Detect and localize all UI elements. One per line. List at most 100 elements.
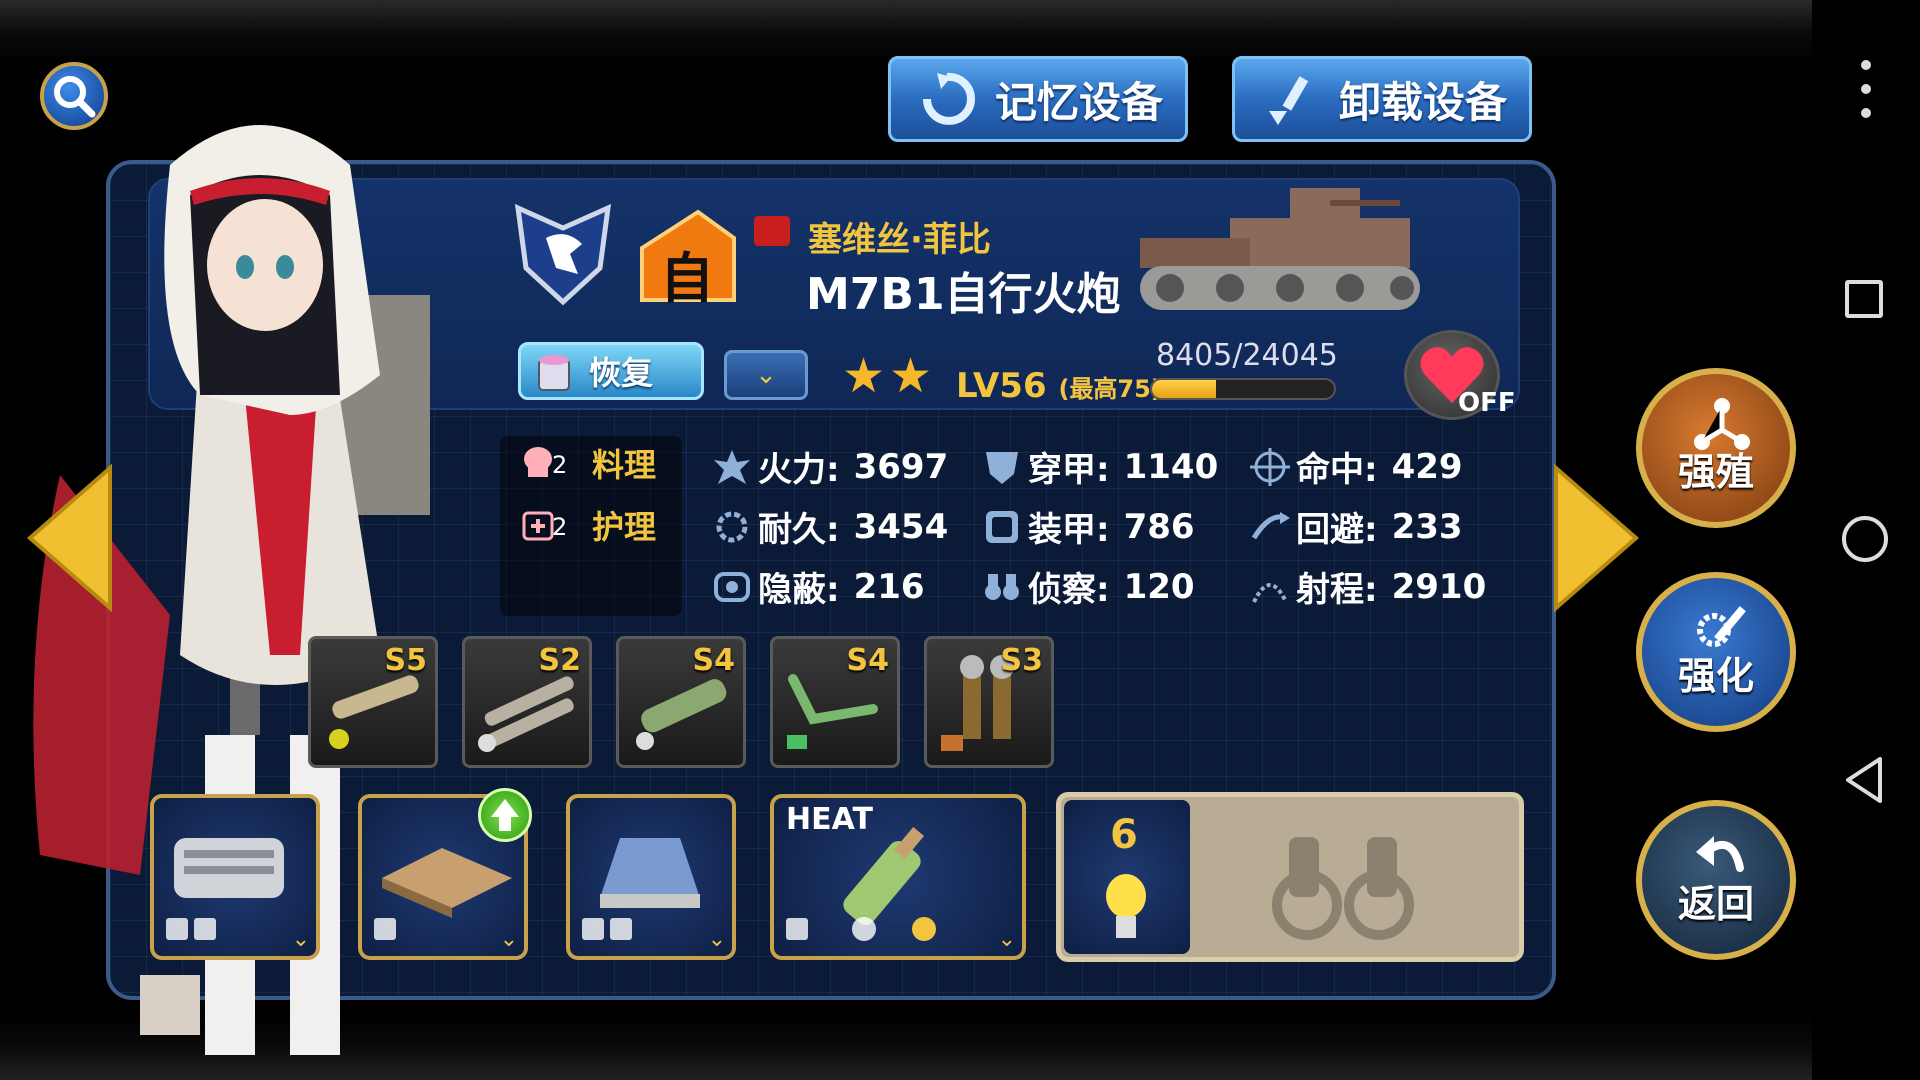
- paint-bucket-icon: [538, 355, 570, 391]
- stat-value: 120: [1123, 566, 1195, 607]
- stat-value: 786: [1123, 506, 1195, 547]
- scout-count: 6: [1110, 812, 1138, 858]
- stat-value: 3454: [853, 506, 949, 547]
- wrench-unload-icon: [1269, 76, 1309, 125]
- stat-armor: 装甲: 786: [982, 502, 1195, 551]
- weapon-slot-1[interactable]: S5: [308, 636, 438, 768]
- overflow-menu-icon[interactable]: [1856, 60, 1876, 120]
- stat-label: 命中:: [1296, 450, 1378, 490]
- restore-label: 恢复: [589, 354, 654, 392]
- breed-label: 强殖: [1677, 450, 1754, 494]
- system-back-button[interactable]: [1842, 755, 1886, 805]
- chevron-down-icon: ⌄: [291, 927, 310, 952]
- armor-plate-icon: [986, 510, 1018, 543]
- level-max: (最高75): [1058, 375, 1162, 403]
- stat-value: 216: [853, 566, 925, 607]
- unload-device-label: 卸载设备: [1339, 77, 1508, 127]
- upgrade-available-icon: [478, 788, 532, 842]
- star-rating: ★★: [842, 348, 937, 404]
- chevron-down-icon: ⌄: [997, 927, 1016, 952]
- rank-icon: [754, 216, 790, 246]
- home-button[interactable]: [1842, 516, 1888, 562]
- skill-label: 护理: [592, 508, 657, 546]
- skill-cooking[interactable]: 2 料理: [520, 440, 656, 486]
- slot-grade: S4: [846, 643, 889, 678]
- skill-count: 2: [552, 513, 568, 541]
- slot-grade: S5: [384, 643, 427, 678]
- unload-device-button[interactable]: 卸载设备: [1232, 56, 1532, 142]
- unit-name: 塞维丝·菲比: [808, 220, 991, 260]
- stat-range: 射程: 2910: [1250, 562, 1486, 611]
- arrow-up-icon: [491, 799, 519, 831]
- binoculars-icon: [985, 573, 1019, 600]
- tank-icon: [1140, 188, 1420, 310]
- next-unit-arrow[interactable]: [1546, 458, 1646, 618]
- chevron-down-icon: ⌄: [755, 360, 777, 390]
- favorite-status: OFF: [1458, 388, 1516, 418]
- eagle-emblem-icon: [514, 203, 612, 306]
- weapon-slot-4[interactable]: S4: [770, 636, 900, 768]
- skill-count: 2: [552, 451, 568, 479]
- type-badge: 自: [638, 208, 738, 310]
- expand-button[interactable]: ⌄: [724, 350, 808, 400]
- stat-durability: 耐久: 3454: [712, 502, 948, 551]
- stat-label: 隐蔽:: [758, 570, 840, 610]
- gear-wrench-icon: [716, 511, 748, 542]
- level-display: LV56 (最高75): [956, 366, 1162, 406]
- stat-value: 2910: [1391, 566, 1487, 607]
- restore-button[interactable]: 恢复: [518, 342, 704, 400]
- equip-slot-engine[interactable]: ⌄: [150, 794, 320, 960]
- camouflage-icon: [714, 571, 750, 602]
- stat-firepower: 火力: 3697: [712, 442, 948, 491]
- stat-label: 装甲:: [1028, 510, 1110, 550]
- back-button[interactable]: 返回: [1636, 800, 1796, 960]
- ammo-type-label: HEAT: [786, 802, 873, 837]
- slot-grade: S2: [538, 643, 581, 678]
- evasion-arrow-icon: [1251, 511, 1290, 539]
- weapon-slot-5[interactable]: S3: [924, 636, 1054, 768]
- stat-penetration: 穿甲: 1140: [982, 442, 1218, 491]
- unit-class: M7B1自行火炮: [806, 269, 1121, 320]
- shield-pierce-icon: [986, 451, 1018, 484]
- medkit-icon: 2: [520, 505, 572, 545]
- refresh-icon: [923, 72, 975, 125]
- stat-label: 穿甲:: [1028, 450, 1110, 490]
- enhance-label: 强化: [1677, 654, 1754, 698]
- stat-value: 1140: [1123, 446, 1219, 487]
- stat-label: 火力:: [758, 450, 840, 490]
- chef-icon: 2: [520, 443, 572, 483]
- stat-label: 射程:: [1296, 570, 1378, 610]
- slot-grade: S3: [1000, 643, 1043, 678]
- slot-grade: S4: [692, 643, 735, 678]
- equip-slot-turret[interactable]: ⌄: [566, 794, 736, 960]
- stat-value: 429: [1391, 446, 1463, 487]
- trajectory-icon: [1252, 582, 1288, 603]
- game-screen: 记忆设备 卸载设备 自 塞维丝·菲比 M7B1自行火炮 恢复 ⌄ ★★ LV56…: [0, 0, 1812, 1080]
- equip-slot-ammo[interactable]: HEAT ⌄: [770, 794, 1026, 960]
- skill-nursing[interactable]: 2 护理: [520, 502, 656, 548]
- breed-button[interactable]: 强殖: [1636, 368, 1796, 528]
- back-label: 返回: [1677, 882, 1754, 926]
- level-value: LV56: [956, 366, 1047, 406]
- enhance-button[interactable]: 强化: [1636, 572, 1796, 732]
- exp-bar-fill: [1152, 380, 1216, 398]
- chevron-down-icon: ⌄: [707, 927, 726, 952]
- stat-label: 耐久:: [758, 510, 840, 550]
- stat-evasion: 回避: 233: [1250, 502, 1463, 551]
- memory-device-label: 记忆设备: [995, 77, 1164, 127]
- skill-label: 料理: [592, 446, 657, 484]
- stat-stealth: 隐蔽: 216: [712, 562, 925, 611]
- stat-value: 3697: [853, 446, 949, 487]
- type-badge-label: 自: [660, 247, 714, 310]
- exp-text: 8405/24045: [1156, 338, 1338, 373]
- stat-label: 回避:: [1296, 510, 1378, 550]
- explosion-icon: [714, 449, 750, 484]
- stat-accuracy: 命中: 429: [1250, 442, 1463, 491]
- recent-apps-button[interactable]: [1845, 280, 1883, 318]
- weapon-slot-3[interactable]: S4: [616, 636, 746, 768]
- prev-unit-arrow[interactable]: [20, 458, 120, 618]
- chevron-down-icon: ⌄: [499, 927, 518, 952]
- memory-device-button[interactable]: 记忆设备: [888, 56, 1188, 142]
- weapon-slot-2[interactable]: S2: [462, 636, 592, 768]
- stat-label: 侦察:: [1028, 570, 1110, 610]
